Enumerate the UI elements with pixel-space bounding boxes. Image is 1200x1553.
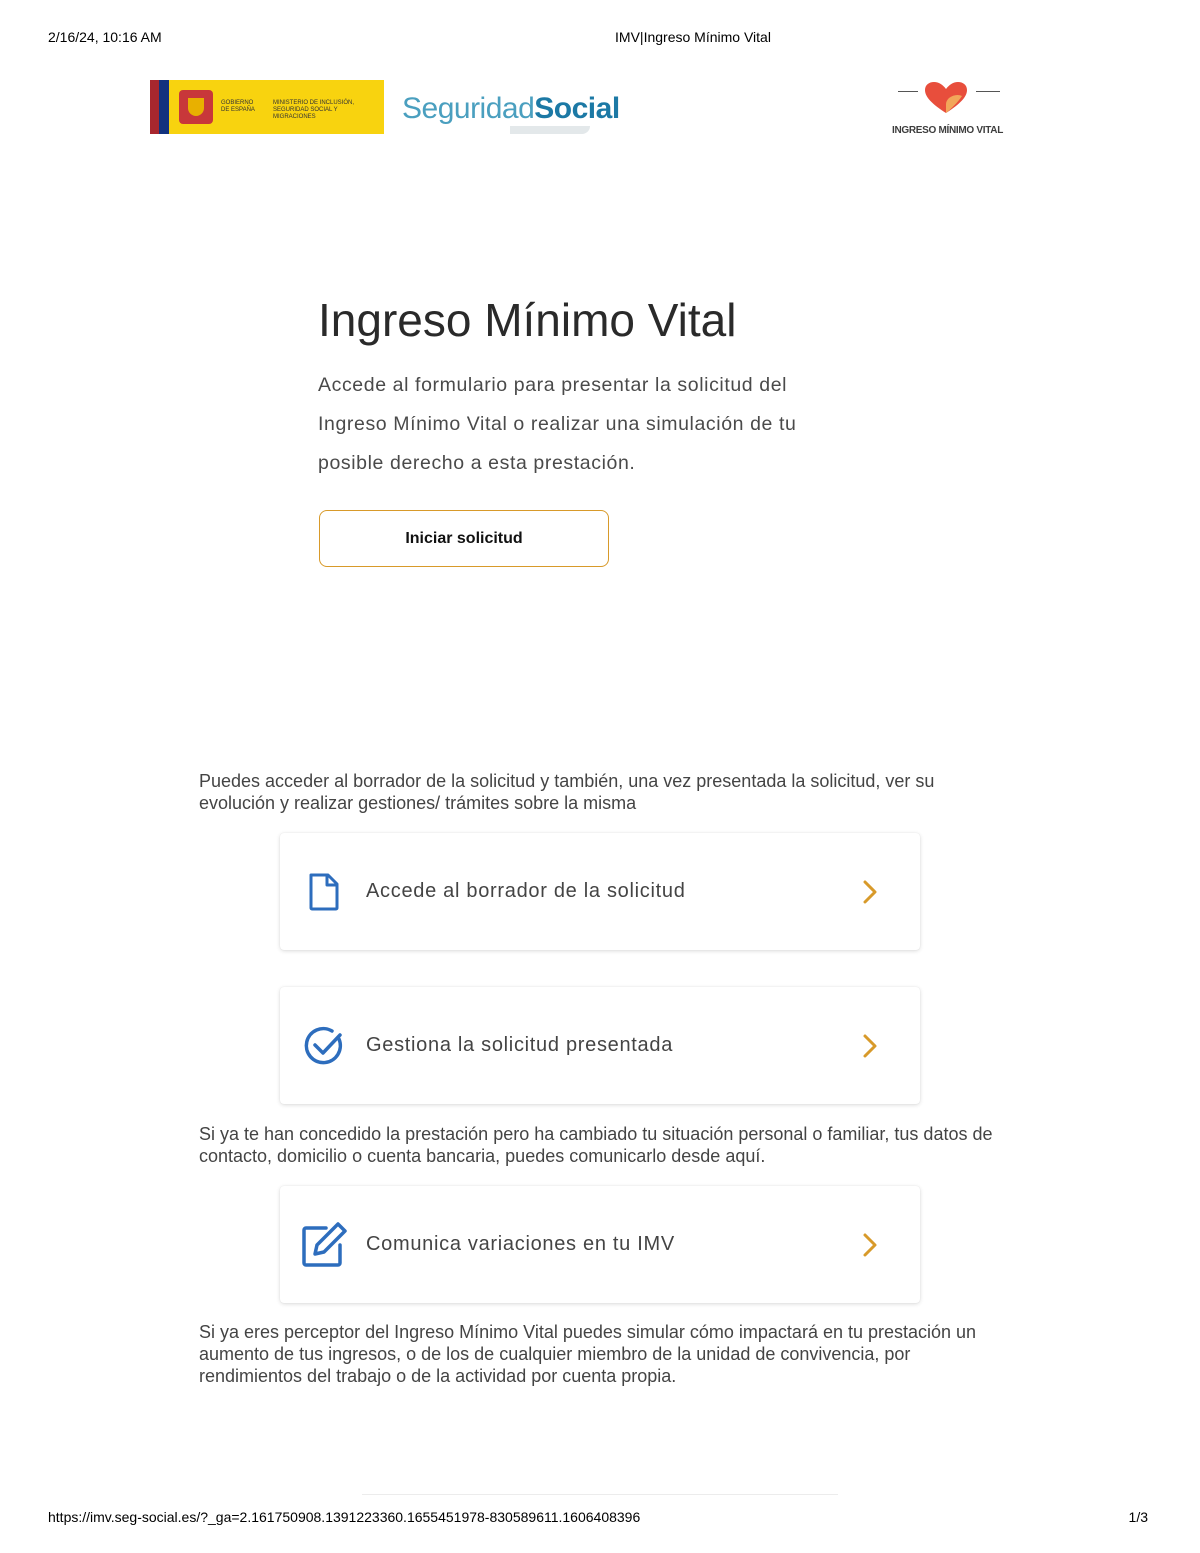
imv-logo: INGRESO MÍNIMO VITAL (890, 78, 1005, 140)
seguridad-social-swoosh (510, 126, 590, 134)
divider (362, 1494, 838, 1495)
flag-bar-icon (150, 80, 169, 134)
edit-icon (300, 1221, 348, 1269)
chevron-right-icon (858, 1231, 882, 1259)
coat-of-arms-icon (179, 90, 213, 124)
imv-logo-line-left (898, 91, 918, 92)
manage-application-label: Gestiona la solicitud presentada (366, 1034, 674, 1056)
changes-intro-text: Si ya te han concedido la prestación per… (199, 1124, 993, 1166)
imv-logo-label: INGRESO MÍNIMO VITAL (891, 125, 1004, 136)
government-logo: GOBIERNO DE ESPAÑA MINISTERIO DE INCLUSI… (150, 80, 384, 134)
print-page-number: 1/3 (1128, 1509, 1148, 1525)
seguridad-social-logo-part2: Social (534, 92, 620, 125)
government-label: GOBIERNO DE ESPAÑA (221, 100, 255, 113)
heart-hands-icon (925, 82, 967, 113)
access-draft-label: Accede al borrador de la solicitud (366, 880, 686, 902)
check-circle-icon (300, 1022, 348, 1070)
chevron-right-icon (858, 878, 882, 906)
manage-application-card[interactable]: Gestiona la solicitud presentada (280, 987, 920, 1104)
imv-logo-line-right (976, 91, 1000, 92)
access-draft-card[interactable]: Accede al borrador de la solicitud (280, 833, 920, 950)
report-changes-label: Comunica variaciones en tu IMV (366, 1233, 675, 1255)
print-page-title: IMV|Ingreso Mínimo Vital (615, 29, 771, 45)
simulation-intro-text: Si ya eres perceptor del Ingreso Mínimo … (199, 1322, 977, 1386)
document-icon (300, 868, 348, 916)
hero-description: Accede al formulario para presentar la s… (318, 374, 797, 474)
print-url: https://imv.seg-social.es/?_ga=2.1617509… (48, 1509, 641, 1525)
seguridad-social-logo: SeguridadSocial (402, 92, 620, 126)
ministry-label: MINISTERIO DE INCLUSIÓN, SEGURIDAD SOCIA… (273, 100, 355, 120)
start-application-button[interactable]: Iniciar solicitud (319, 510, 609, 567)
seguridad-social-logo-part1: Seguridad (402, 92, 535, 125)
draft-intro-text: Puedes acceder al borrador de la solicit… (199, 771, 935, 813)
page-title: Ingreso Mínimo Vital (318, 294, 737, 346)
chevron-right-icon (858, 1032, 882, 1060)
report-changes-card[interactable]: Comunica variaciones en tu IMV (280, 1186, 920, 1303)
